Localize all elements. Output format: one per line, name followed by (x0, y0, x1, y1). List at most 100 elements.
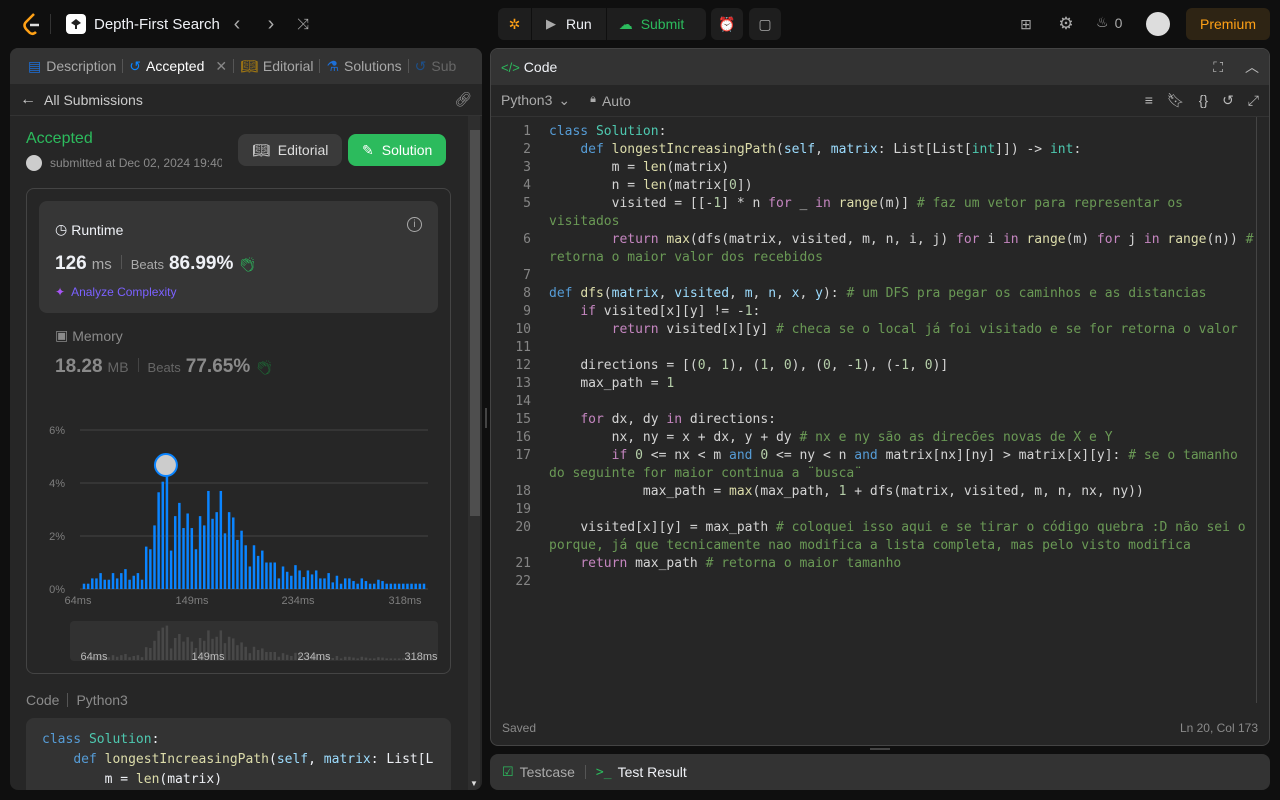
line-number: 9 (523, 304, 531, 319)
histogram-bar (140, 579, 144, 589)
histogram-bar (244, 545, 247, 589)
play-icon: ▶ (546, 16, 556, 31)
code-line[interactable] (549, 339, 1261, 357)
tab-test-result[interactable]: Test Result (618, 764, 687, 780)
code-line[interactable]: visited = [[-1] * n for _ in range(m)] #… (549, 195, 1261, 231)
auto-mode[interactable]: 🔒︎ Auto (590, 93, 631, 109)
code-line[interactable] (549, 267, 1261, 285)
resize-handle[interactable] (870, 748, 890, 750)
code-line[interactable]: class Solution: (549, 123, 1261, 141)
cursor-position: Ln 20, Col 173 (1179, 721, 1258, 735)
code-line[interactable]: def dfs(matrix, visited, m, n, x, y): # … (549, 285, 1261, 303)
code-line[interactable]: return max(dfs(matrix, visited, m, n, i,… (549, 231, 1261, 267)
histogram-bar (169, 550, 173, 589)
code-line[interactable]: visited[x][y] = max_path # coloquei isso… (549, 519, 1261, 555)
histogram-bar (339, 583, 343, 589)
code-line[interactable]: m = len(matrix) (549, 159, 1261, 177)
histogram-bar (402, 583, 405, 589)
code-line[interactable] (549, 573, 1261, 591)
code-line[interactable]: return max_path # retorna o maior tamanh… (549, 555, 1261, 573)
format-icon[interactable]: ≡ (1145, 92, 1153, 109)
vertical-resize-handle[interactable] (485, 408, 487, 428)
line-number: 10 (515, 322, 531, 337)
streak-counter[interactable]: ♨ 0 (1096, 14, 1122, 31)
histogram-bar (298, 570, 301, 589)
minimap-tick-label: 234ms (297, 651, 331, 663)
braces-icon[interactable]: {} (1199, 92, 1208, 109)
line-number: 20 (515, 520, 531, 535)
code-line[interactable]: for dx, dy in directions: (549, 411, 1261, 429)
minimap-tick-label: 64ms (81, 651, 108, 663)
tab-testcase[interactable]: Testcase (520, 764, 575, 780)
debug-button[interactable]: ✲ (498, 8, 532, 40)
code-line[interactable]: n = len(matrix[0]) (549, 177, 1261, 195)
code-line[interactable]: def longestIncreasingPath(self, matrix: … (549, 141, 1261, 159)
fullscreen-icon[interactable]: ⛶ (1213, 59, 1223, 76)
gear-icon[interactable]: ⚙ (1056, 14, 1076, 34)
histogram-bar (240, 530, 243, 589)
histogram-bar (211, 518, 214, 589)
histogram-bar (82, 583, 86, 589)
line-number: 22 (515, 574, 531, 589)
notes-button[interactable]: ▢ (749, 8, 781, 40)
submit-button[interactable]: ☁ Submit (607, 16, 697, 33)
line-number: 12 (515, 358, 531, 373)
reset-icon[interactable]: ↺ (1222, 92, 1234, 109)
code-preview-label: Code Python3 (26, 692, 128, 708)
histogram-bar (128, 579, 131, 589)
histogram-bar (223, 533, 227, 589)
premium-button[interactable]: Premium (1186, 8, 1270, 40)
bookmark-icon[interactable]: 🔖︎ (1167, 92, 1185, 109)
code-line[interactable]: nx, ny = x + dx, y + dy # nx e ny são as… (549, 429, 1261, 447)
checkbox-icon: ☑ (502, 764, 514, 779)
histogram-bar (161, 481, 165, 589)
timer-button[interactable]: ⏰ (711, 8, 743, 40)
code-area[interactable]: 1 class Solution: 2 def longestIncreasingP… (491, 123, 1257, 703)
code-line[interactable]: directions = [(0, 1), (1, 0), (0, -1), (… (549, 357, 1261, 375)
histogram-bar (120, 573, 123, 589)
code-line: class Solution: (42, 732, 160, 747)
code-line[interactable] (549, 501, 1261, 519)
expand-icon[interactable]: ⤢ (1248, 92, 1259, 109)
histogram-bar (203, 525, 206, 589)
histogram-bar (157, 492, 160, 589)
code-line[interactable]: if visited[x][y] != -1: (549, 303, 1261, 321)
avatar[interactable] (1146, 12, 1170, 36)
runtime-distribution-chart[interactable]: 6%4%2%0%64ms64ms149ms149ms234ms234ms318m… (0, 0, 482, 680)
histogram-bar (393, 583, 397, 589)
code-icon: </> (501, 59, 520, 75)
histogram-bar (385, 583, 388, 589)
collapse-icon[interactable]: ︿ (1245, 57, 1259, 77)
histogram-bar (91, 578, 94, 589)
code-line[interactable]: max_path = 1 (549, 375, 1261, 393)
histogram-bar (165, 475, 169, 589)
minimap-tick-label: 318ms (404, 651, 438, 663)
x-tick-label: 234ms (281, 595, 315, 607)
scroll-down-icon[interactable]: ▼ (470, 779, 478, 788)
histogram-bar (265, 562, 268, 589)
code-line[interactable]: if 0 <= nx < m and 0 <= ny < n and matri… (549, 447, 1261, 483)
run-button[interactable]: ▶ Run (532, 8, 607, 40)
histogram-bar (389, 583, 393, 589)
code-line[interactable]: return visited[x][y] # checa se o local … (549, 321, 1261, 339)
histogram-bar (331, 582, 335, 589)
line-number: 13 (515, 376, 531, 391)
histogram-bar (314, 570, 318, 589)
histogram-bar (356, 583, 359, 589)
line-number: 18 (515, 484, 531, 499)
editor-scrollbar[interactable] (1256, 117, 1257, 703)
histogram-bar (186, 513, 189, 589)
histogram-bar (219, 490, 223, 589)
code-line[interactable]: max_path = max(max_path, 1 + dfs(matrix,… (549, 483, 1261, 501)
language-select[interactable]: Python3 ⌄ (501, 92, 570, 109)
histogram-bar (306, 570, 310, 589)
histogram-bar (194, 549, 198, 589)
line-number: 3 (523, 160, 531, 175)
histogram-bar (422, 583, 426, 589)
code-line[interactable] (549, 393, 1261, 411)
line-number: 16 (515, 430, 531, 445)
layout-icon[interactable]: ⊞ (1016, 14, 1036, 34)
run-controls: ✲ ▶ Run ☁ Submit (498, 8, 706, 40)
histogram-bar (290, 575, 293, 589)
histogram-bar (410, 583, 413, 589)
